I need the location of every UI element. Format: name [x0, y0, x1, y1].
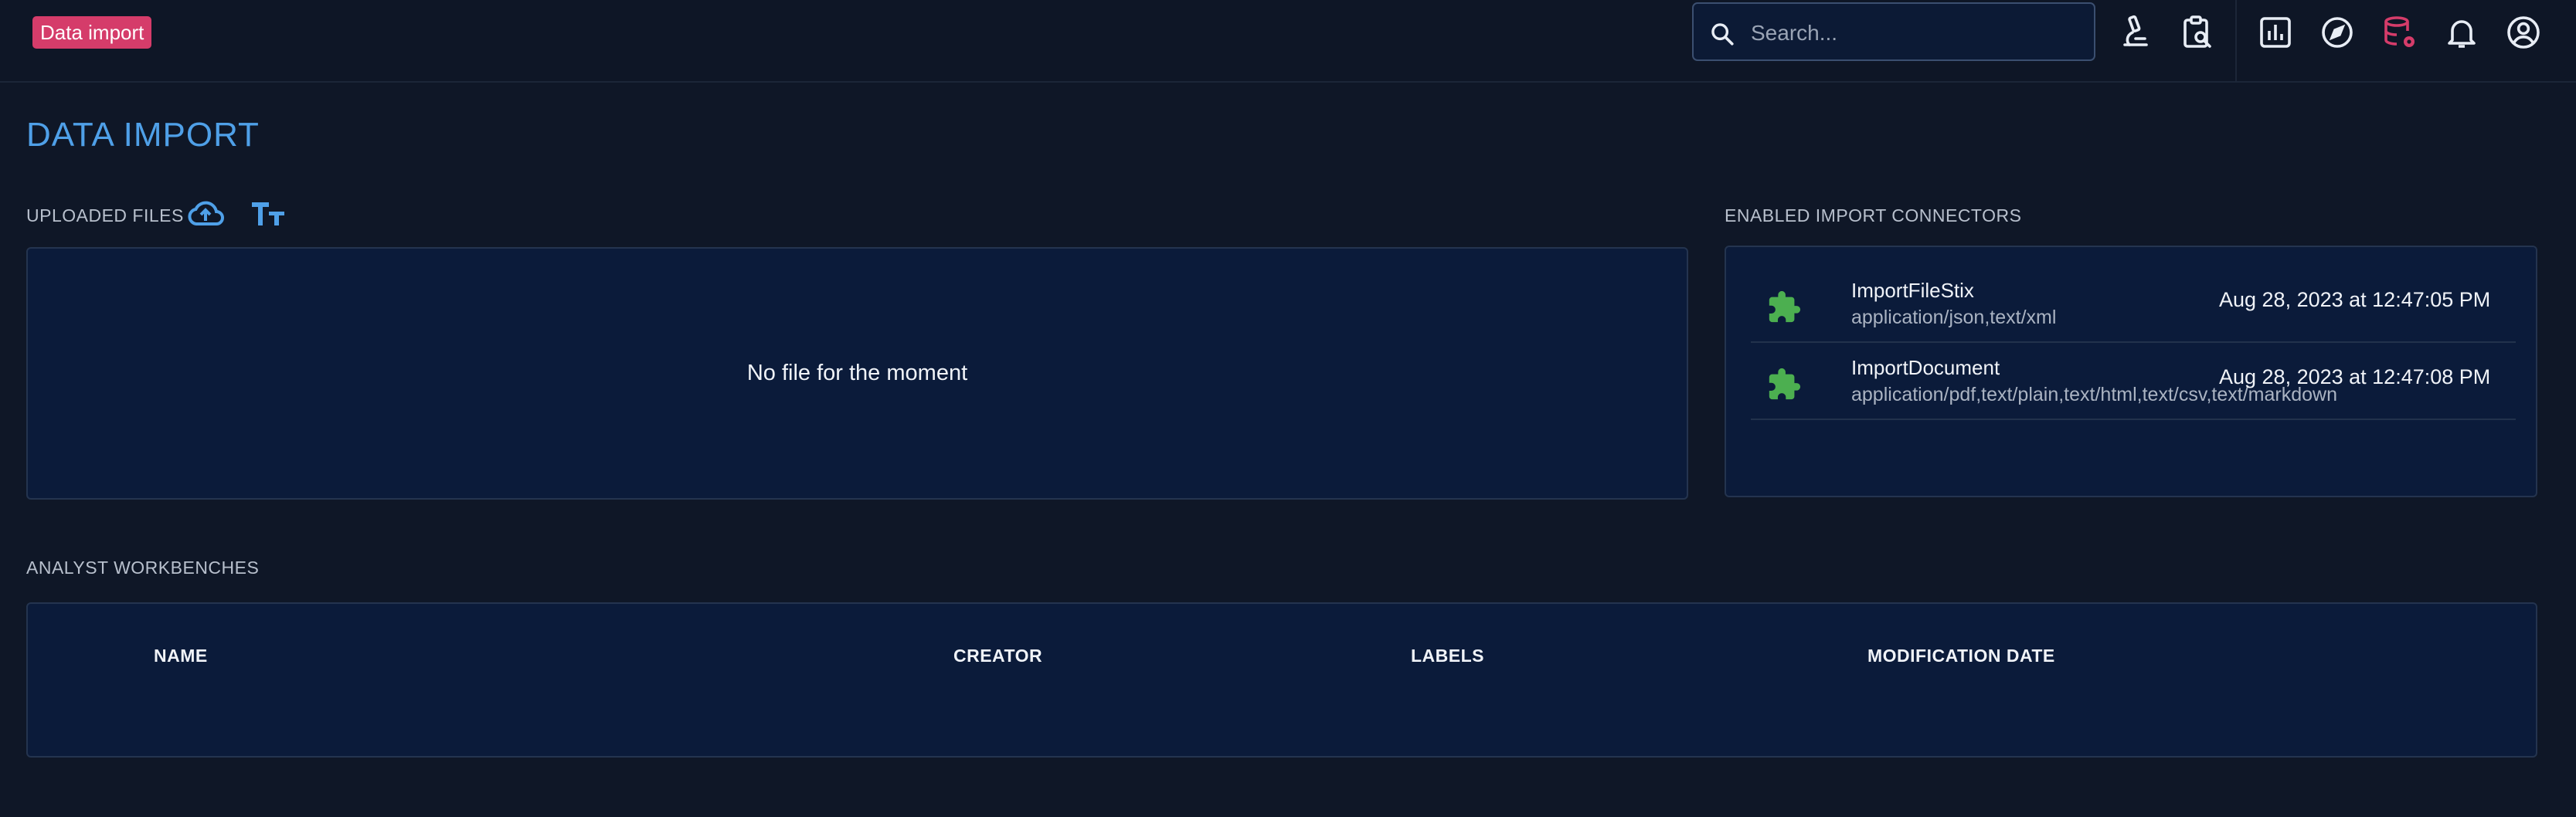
account-icon[interactable] [2505, 14, 2542, 51]
connectors-panel: ImportFileStix application/json,text/xml… [1725, 246, 2537, 497]
puzzle-icon [1769, 290, 1801, 323]
search-input[interactable] [1749, 13, 2077, 53]
bell-icon[interactable] [2443, 14, 2480, 51]
workbenches-label: ANALYST WORKBENCHES [26, 558, 260, 578]
connector-date: Aug 28, 2023 at 12:47:05 PM [2219, 288, 2491, 311]
connector-types: application/json,text/xml [1851, 307, 2057, 328]
connector-item: ImportDocument application/pdf,text/plai… [1751, 342, 2516, 420]
connector-date: Aug 28, 2023 at 12:47:08 PM [2219, 365, 2491, 388]
puzzle-icon [1769, 368, 1801, 400]
chart-icon[interactable] [2257, 14, 2294, 51]
clipboard-search-icon[interactable] [2179, 14, 2216, 51]
uploaded-files-label: UPLOADED FILES [26, 205, 184, 225]
top-bar: Data import [0, 0, 2576, 83]
page-title: DATA IMPORT [26, 116, 260, 154]
column-header-name[interactable]: NAME [154, 646, 208, 666]
column-header-modification-date[interactable]: MODIFICATION DATE [1867, 646, 2055, 666]
connector-name: ImportFileStix [1851, 279, 1974, 302]
connectors-label: ENABLED IMPORT CONNECTORS [1725, 205, 2022, 225]
connector-item: ImportFileStix application/json,text/xml… [1751, 265, 2516, 343]
text-format-icon[interactable] [250, 199, 286, 227]
compass-icon[interactable] [2319, 14, 2356, 51]
search-box[interactable] [1692, 2, 2095, 61]
uploaded-files-panel: No file for the moment [26, 247, 1688, 500]
microscope-icon[interactable] [2117, 14, 2154, 51]
connector-name: ImportDocument [1851, 356, 2000, 379]
breadcrumb-badge[interactable]: Data import [32, 16, 152, 49]
workbenches-table: NAME CREATOR LABELS MODIFICATION DATE [26, 602, 2537, 758]
cloud-upload-icon[interactable] [185, 198, 226, 229]
database-cog-icon[interactable] [2381, 14, 2418, 51]
search-icon [1711, 23, 1734, 46]
toolbar-divider [2235, 0, 2237, 83]
empty-files-message: No file for the moment [746, 361, 968, 385]
column-header-labels[interactable]: LABELS [1411, 646, 1484, 666]
column-header-creator[interactable]: CREATOR [953, 646, 1042, 666]
